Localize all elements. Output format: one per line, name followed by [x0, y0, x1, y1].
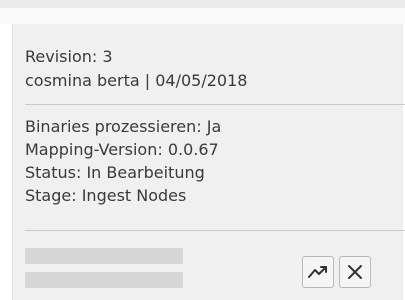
- window-top-band: [0, 0, 405, 8]
- revision-card: Revision: 3 cosmina berta | 04/05/2018 B…: [0, 8, 405, 300]
- status-detail: Status: In Bearbeitung: [25, 163, 205, 182]
- author-date-label: cosmina berta | 04/05/2018: [25, 71, 248, 90]
- trend-button[interactable]: [302, 256, 334, 288]
- card-body: Revision: 3 cosmina berta | 04/05/2018 B…: [12, 24, 405, 300]
- placeholder-bar-2: [25, 272, 183, 288]
- trending-up-icon: [308, 266, 327, 278]
- mapping-version-detail: Mapping-Version: 0.0.67: [25, 140, 219, 159]
- close-icon: [348, 265, 362, 279]
- divider-top: [25, 104, 405, 105]
- revision-label: Revision: 3: [25, 47, 113, 66]
- divider-bottom: [25, 230, 405, 231]
- binaries-detail: Binaries prozessieren: Ja: [25, 117, 222, 136]
- close-button[interactable]: [339, 256, 371, 288]
- card-header-strip: [0, 8, 405, 24]
- stage-detail: Stage: Ingest Nodes: [25, 186, 187, 205]
- placeholder-bar-1: [25, 248, 183, 264]
